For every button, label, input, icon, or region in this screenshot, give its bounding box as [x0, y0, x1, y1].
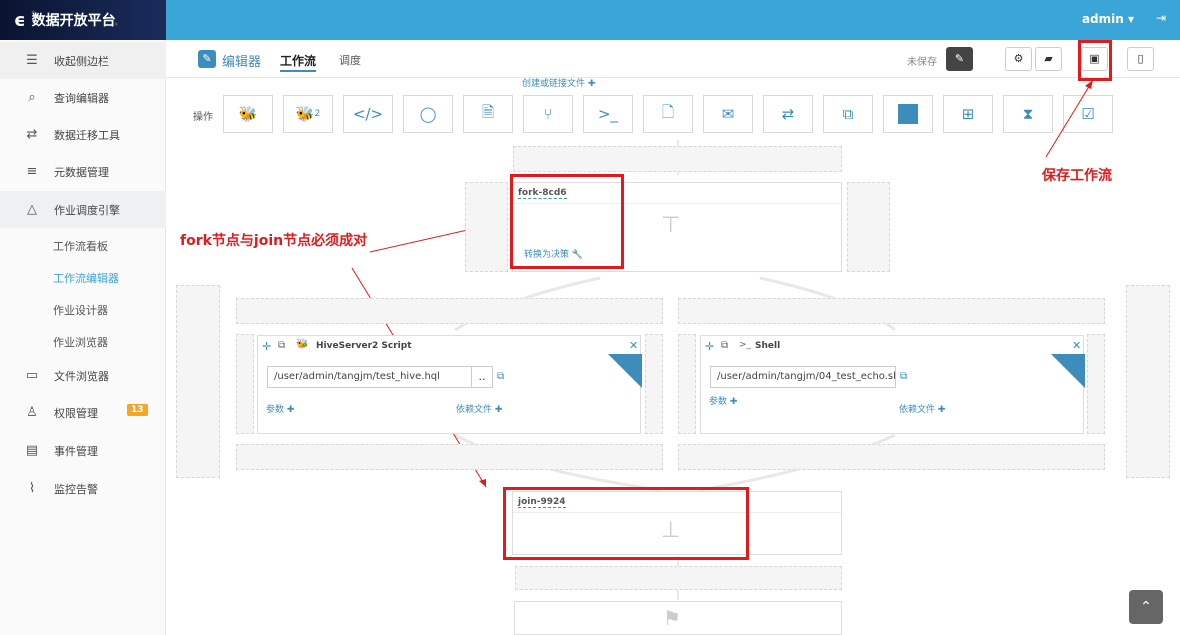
- flag-icon: ⚑: [663, 606, 681, 630]
- drop-zone[interactable]: [645, 334, 663, 434]
- settings-corner[interactable]: [1051, 354, 1085, 388]
- shell-icon: >_: [739, 340, 752, 350]
- drop-zone[interactable]: [847, 182, 890, 272]
- drop-zone[interactable]: [236, 334, 254, 434]
- hive-params-link[interactable]: 参数 ✚: [266, 402, 294, 415]
- hive-node[interactable]: ✛ ⧉ 🐝 HiveServer2 Script ✕ /user/admin/t…: [257, 335, 642, 434]
- drop-zone[interactable]: [176, 285, 220, 478]
- hive2-icon: 🐝: [296, 339, 309, 350]
- save-annotation: 保存工作流: [1042, 168, 1112, 184]
- drop-zone[interactable]: [236, 444, 663, 470]
- shell-node-title[interactable]: Shell: [755, 341, 780, 351]
- move-icon[interactable]: ✛: [705, 340, 714, 353]
- close-icon[interactable]: ✕: [629, 339, 638, 352]
- open-external-icon[interactable]: ⧉: [497, 371, 504, 382]
- drop-zone[interactable]: [1087, 334, 1105, 434]
- shell-deps-link[interactable]: 依赖文件 ✚: [899, 402, 945, 415]
- scroll-top-button[interactable]: ⌃: [1129, 590, 1163, 624]
- fork-highlight-box: [510, 174, 624, 269]
- settings-corner[interactable]: [608, 354, 642, 388]
- end-node[interactable]: ⚑: [514, 601, 842, 635]
- hive-node-title[interactable]: HiveServer2 Script: [316, 341, 412, 351]
- drop-zone[interactable]: [678, 334, 696, 434]
- drop-zone[interactable]: [1126, 285, 1170, 478]
- drop-zone[interactable]: [515, 566, 842, 590]
- move-icon[interactable]: ✛: [262, 340, 271, 353]
- open-external-icon[interactable]: ⧉: [900, 371, 907, 382]
- drop-zone[interactable]: [236, 298, 663, 324]
- hive-script-path-field[interactable]: /user/admin/tangjm/test_hive.hql: [267, 366, 473, 388]
- shell-node[interactable]: ✛ ⧉ >_ Shell ✕ /user/admin/tangjm/04_tes…: [700, 335, 1085, 434]
- drop-zone[interactable]: [513, 146, 842, 172]
- shell-script-path-field[interactable]: /user/admin/tangjm/04_test_echo.sh: [710, 366, 896, 388]
- copy-icon[interactable]: ⧉: [721, 340, 728, 351]
- drop-zone[interactable]: [678, 444, 1105, 470]
- hive-deps-link[interactable]: 依赖文件 ✚: [456, 402, 502, 415]
- drop-zone[interactable]: [465, 182, 508, 272]
- copy-icon[interactable]: ⧉: [278, 340, 285, 351]
- shell-params-link[interactable]: 参数 ✚: [709, 394, 737, 407]
- close-icon[interactable]: ✕: [1072, 339, 1081, 352]
- save-highlight-box: [1078, 40, 1112, 81]
- join-highlight-box: [503, 487, 749, 560]
- browse-button[interactable]: ..: [471, 366, 493, 388]
- fork-sitemap-icon: ⊤: [661, 213, 681, 238]
- fork-join-annotation: fork节点与join节点必须成对: [180, 233, 368, 249]
- drop-zone[interactable]: [678, 298, 1105, 324]
